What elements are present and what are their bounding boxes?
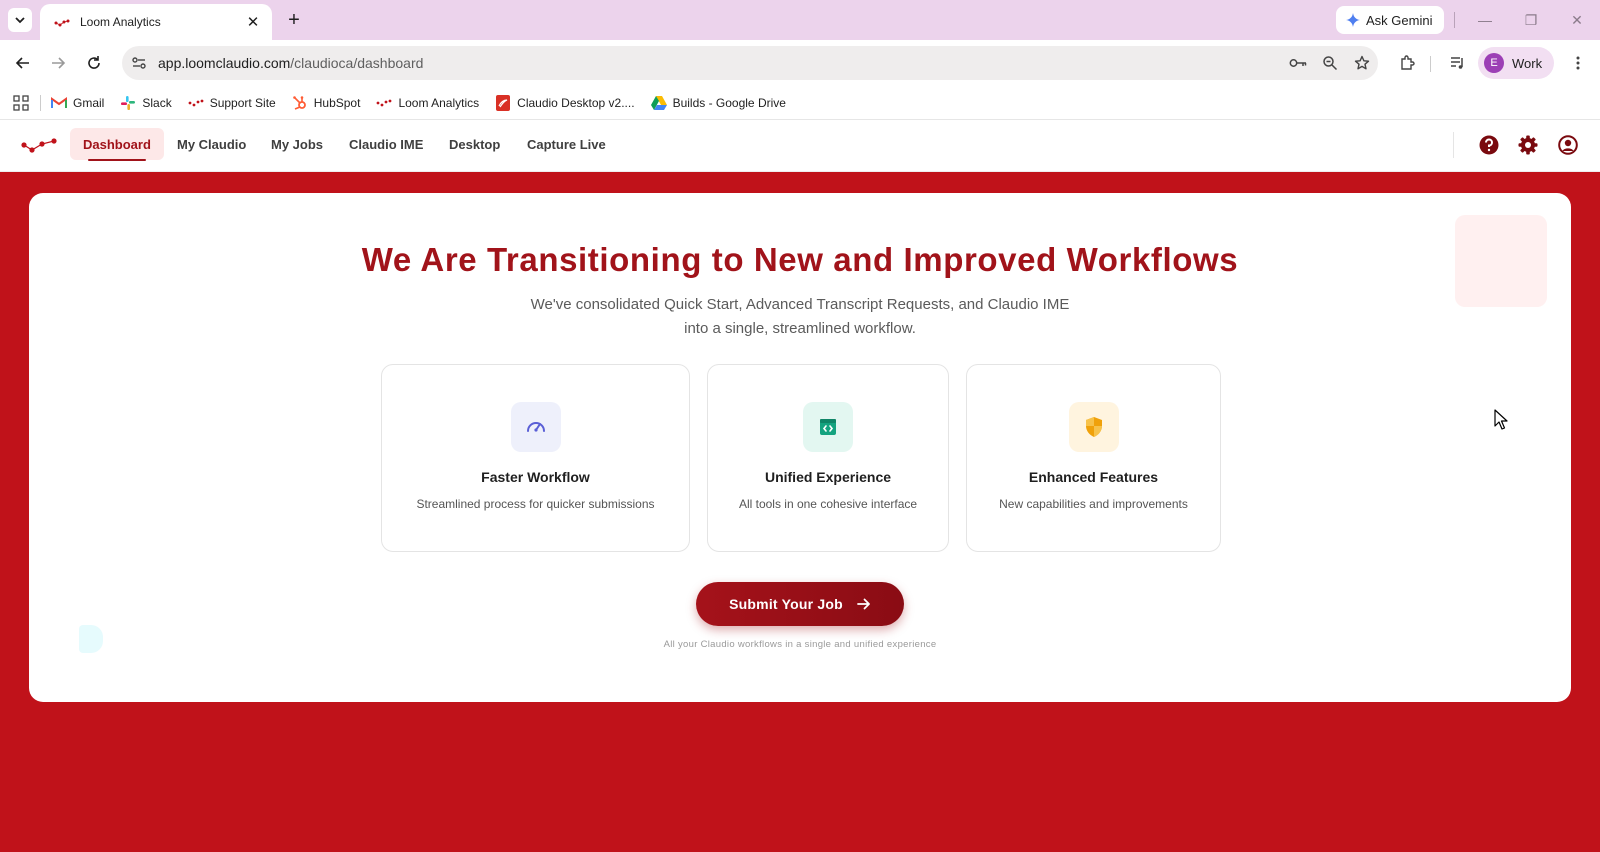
extensions-icon[interactable] (1395, 51, 1419, 75)
forward-icon[interactable] (46, 51, 70, 75)
submit-job-label: Submit Your Job (729, 596, 843, 612)
reload-icon[interactable] (82, 51, 106, 75)
feature-card-faster-workflow: Faster Workflow Streamlined process for … (381, 364, 690, 552)
new-tab-button[interactable]: + (282, 8, 306, 32)
address-bar[interactable]: app.loomclaudio.com/claudioca/dashboard (122, 46, 1378, 80)
url-path: /claudioca/dashboard (290, 55, 424, 71)
site-info-icon[interactable] (122, 46, 156, 80)
feature-card-unified-experience: Unified Experience All tools in one cohe… (707, 364, 949, 552)
zoom-icon[interactable] (1314, 46, 1346, 80)
feature-description: New capabilities and improvements (999, 497, 1188, 511)
avatar: E (1484, 53, 1504, 73)
ask-gemini-button[interactable]: Ask Gemini (1336, 6, 1445, 34)
feature-description: All tools in one cohesive interface (738, 497, 918, 511)
minimize-icon[interactable]: — (1470, 8, 1500, 32)
browser-toolbar: app.loomclaudio.com/claudioca/dashboard … (0, 40, 1600, 86)
nav-my-jobs[interactable]: My Jobs (258, 128, 336, 160)
url-host: app.loomclaudio.com (158, 55, 291, 71)
restore-icon[interactable]: ❐ (1516, 8, 1546, 32)
nav-dashboard[interactable]: Dashboard (70, 128, 164, 161)
account-icon[interactable] (1556, 133, 1580, 157)
speedometer-icon (510, 402, 561, 452)
subtitle-line: into a single, streamlined workflow. (684, 320, 916, 337)
nav-my-claudio[interactable]: My Claudio (164, 128, 259, 160)
tagline: All your Claudio workflows in a single a… (663, 639, 937, 650)
bookmark-hubspot[interactable]: HubSpot (292, 95, 361, 111)
bookmark-loom-analytics[interactable]: Loom Analytics (376, 95, 479, 111)
shield-icon (1068, 402, 1119, 452)
divider (1454, 12, 1455, 28)
transition-card: We Are Transitioning to New and Improved… (29, 193, 1571, 702)
nav-claudio-ime[interactable]: Claudio IME (336, 128, 436, 160)
profile-label: Work (1512, 55, 1543, 71)
tab-strip: Loom Analytics ✕ + Ask Gemini — ❐ ✕ (0, 0, 1600, 40)
loom-icon (54, 19, 70, 27)
divider (40, 94, 41, 111)
bookmark-star-icon[interactable] (1346, 46, 1378, 80)
bookmark-claudio-desktop[interactable]: Claudio Desktop v2.... (495, 94, 635, 111)
key-icon[interactable] (1282, 46, 1314, 80)
bookmarks-bar: Gmail Slack Support Site HubSpot Loom An… (0, 86, 1600, 120)
gemini-icon (1346, 13, 1360, 27)
close-window-icon[interactable]: ✕ (1562, 8, 1592, 32)
back-icon[interactable] (11, 51, 35, 75)
feature-description: Streamlined process for quicker submissi… (416, 497, 655, 511)
drive-icon (650, 95, 667, 111)
bookmark-label: Gmail (73, 95, 105, 110)
hubspot-icon (292, 95, 308, 111)
bookmark-slack[interactable]: Slack (120, 95, 172, 111)
chevron-down-icon (15, 17, 25, 24)
bookmark-google-drive[interactable]: Builds - Google Drive (650, 95, 786, 111)
nav-desktop[interactable]: Desktop (436, 128, 513, 160)
bookmark-label: Claudio Desktop v2.... (517, 95, 635, 110)
feature-title: Faster Workflow (481, 469, 590, 485)
tab-search-button[interactable] (8, 8, 32, 32)
loom-icon (188, 95, 204, 111)
close-tab-icon[interactable]: ✕ (244, 13, 262, 31)
divider (1430, 56, 1431, 72)
media-controls-icon[interactable] (1446, 51, 1470, 75)
loom-logo-icon[interactable] (20, 134, 58, 156)
apps-grid-icon[interactable] (10, 92, 32, 114)
bookmark-support-site[interactable]: Support Site (188, 95, 276, 111)
kebab-menu-icon[interactable] (1566, 51, 1590, 75)
bookmark-label: HubSpot (313, 95, 361, 110)
mouse-cursor-icon (1494, 409, 1508, 430)
feature-card-enhanced-features: Enhanced Features New capabilities and i… (966, 364, 1221, 552)
bookmark-label: Slack (142, 95, 172, 110)
settings-icon[interactable] (1516, 133, 1540, 157)
bookmark-gmail[interactable]: Gmail (51, 95, 104, 111)
help-icon[interactable] (1477, 133, 1501, 157)
bookmark-label: Builds - Google Drive (672, 95, 786, 110)
bookmark-label: Loom Analytics (398, 95, 480, 110)
tab-title: Loom Analytics (80, 15, 161, 29)
pdf-icon (495, 94, 511, 111)
ask-gemini-label: Ask Gemini (1366, 12, 1433, 28)
code-window-icon (803, 402, 853, 452)
url-text: app.loomclaudio.com/claudioca/dashboard (158, 55, 1282, 71)
slack-icon (120, 95, 136, 111)
submit-job-button[interactable]: Submit Your Job (696, 582, 904, 626)
browser-tab[interactable]: Loom Analytics ✕ (40, 4, 272, 40)
loom-icon (376, 95, 392, 111)
feature-title: Unified Experience (764, 469, 892, 485)
divider (1453, 132, 1454, 158)
feature-title: Enhanced Features (1028, 469, 1159, 485)
bookmark-label: Support Site (209, 95, 276, 110)
arrow-right-icon (856, 598, 871, 610)
app-header: Dashboard My Claudio My Jobs Claudio IME… (0, 120, 1600, 172)
page-title: We Are Transitioning to New and Improved… (361, 241, 1239, 278)
subtitle-line: We've consolidated Quick Start, Advanced… (530, 296, 1070, 313)
nav-capture-live[interactable]: Capture Live (514, 128, 619, 160)
gmail-icon (51, 95, 67, 111)
profile-button[interactable]: E Work (1478, 47, 1555, 79)
page-subtitle: We've consolidated Quick Start, Advanced… (29, 293, 1571, 341)
